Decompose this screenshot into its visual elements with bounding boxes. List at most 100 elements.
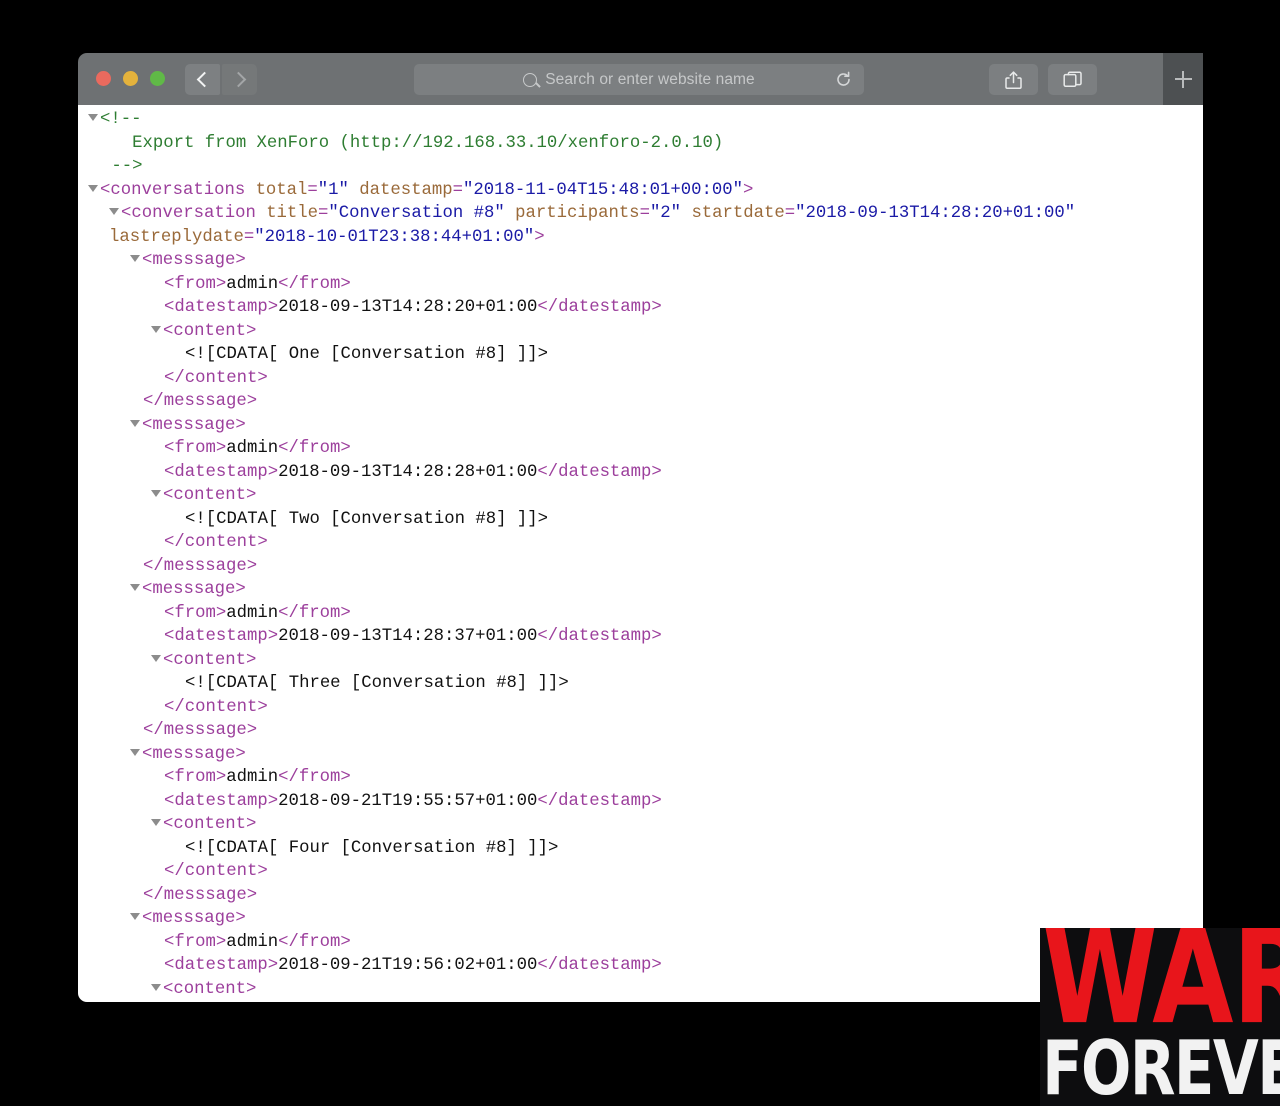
xml-line: <content> bbox=[78, 978, 1203, 1002]
disclosure-triangle-icon[interactable] bbox=[151, 654, 161, 662]
xml-token: </datestamp> bbox=[537, 462, 662, 482]
xml-token: <![CDATA[ Two [Conversation #8] ]]> bbox=[185, 509, 548, 529]
disclosure-triangle-icon[interactable] bbox=[130, 748, 140, 756]
disclosure-triangle-icon[interactable] bbox=[151, 325, 161, 333]
xml-token: <conversation bbox=[121, 204, 267, 223]
xml-token: admin bbox=[226, 768, 279, 787]
xml-token: lastreplydate bbox=[109, 227, 244, 247]
address-input-placeholder[interactable]: Search or enter website name bbox=[545, 71, 755, 89]
xml-token: "1" bbox=[317, 180, 349, 200]
disclosure-triangle-icon[interactable] bbox=[130, 419, 140, 427]
xml-line: <messsage> bbox=[78, 907, 1203, 931]
xml-token: Export from XenForo (http://192.168.33.1… bbox=[101, 133, 724, 153]
xml-line: <![CDATA[ Two [Conversation #8] ]]> bbox=[78, 508, 1203, 532]
xml-token: 2018-09-21T19:56:02+01:00 bbox=[278, 956, 538, 975]
xml-token: <from> bbox=[164, 768, 227, 787]
xml-token: </from> bbox=[278, 274, 351, 294]
disclosure-triangle-icon[interactable] bbox=[130, 584, 140, 591]
xml-line: </content> bbox=[78, 696, 1203, 720]
xml-line: <content> bbox=[78, 813, 1203, 837]
forward-button[interactable] bbox=[222, 64, 257, 95]
back-button[interactable] bbox=[185, 64, 220, 95]
disclosure-triangle-icon[interactable] bbox=[151, 983, 161, 991]
xml-token bbox=[1075, 204, 1085, 223]
disclosure-triangle-icon[interactable] bbox=[130, 913, 140, 920]
xml-line: --> bbox=[78, 155, 1203, 179]
xml-token: = bbox=[639, 204, 650, 223]
xml-token: <from> bbox=[164, 932, 227, 952]
xml-token: admin bbox=[226, 439, 279, 458]
xml-token: <from> bbox=[164, 274, 227, 294]
tab-overview-button[interactable] bbox=[1048, 64, 1097, 95]
xml-token: <datestamp> bbox=[164, 298, 279, 317]
xml-token: = bbox=[318, 204, 329, 223]
page-content-area: <!-- Export from XenForo (http://192.168… bbox=[78, 105, 1203, 1002]
xml-line: <content> bbox=[78, 320, 1203, 344]
xml-line: <from>admin</from> bbox=[78, 273, 1203, 297]
xml-token: <datestamp> bbox=[164, 627, 279, 646]
xml-token: <![CDATA[ One [Conversation #8] ]]> bbox=[185, 345, 548, 364]
xml-token: <messsage> bbox=[142, 251, 246, 270]
disclosure-triangle-icon[interactable] bbox=[88, 114, 98, 121]
disclosure-triangle-icon[interactable] bbox=[151, 819, 161, 826]
xml-line: </content> bbox=[78, 367, 1203, 391]
xml-token: <content> bbox=[163, 486, 257, 505]
chevron-right-icon bbox=[230, 71, 246, 88]
xml-tree-viewer: <!-- Export from XenForo (http://192.168… bbox=[78, 105, 1203, 1001]
tab-overview-icon bbox=[1062, 71, 1082, 87]
disclosure-triangle-icon[interactable] bbox=[109, 208, 119, 215]
new-tab-button[interactable] bbox=[1163, 53, 1203, 105]
xml-token: </datestamp> bbox=[537, 298, 662, 317]
address-bar-content: Search or enter website name bbox=[523, 71, 755, 89]
disclosure-triangle-icon[interactable] bbox=[88, 184, 98, 192]
xml-token: </from> bbox=[278, 603, 351, 623]
xml-line: </messsage> bbox=[78, 719, 1203, 743]
xml-line: <datestamp>2018-09-21T19:55:57+01:00</da… bbox=[78, 790, 1203, 814]
xml-line: <messsage> bbox=[78, 578, 1203, 602]
close-window-button[interactable] bbox=[96, 71, 111, 86]
xml-token: "2018-10-01T23:38:44+01:00" bbox=[254, 227, 535, 247]
xml-token: </messsage> bbox=[143, 556, 258, 576]
xml-token: <content> bbox=[163, 979, 257, 999]
xml-token: </messsage> bbox=[143, 392, 258, 411]
xml-line: </content> bbox=[78, 860, 1203, 884]
xml-token: <![CDATA[ Three [Conversation #8] ]]> bbox=[185, 674, 569, 693]
xml-token: datestamp bbox=[359, 180, 453, 200]
xml-token: 2018-09-21T19:55:57+01:00 bbox=[278, 791, 538, 811]
xml-token: <datestamp> bbox=[164, 956, 279, 975]
xml-token: <![CDATA[ Four [Conversation #8] ]]> bbox=[185, 838, 559, 858]
disclosure-triangle-icon[interactable] bbox=[130, 255, 140, 262]
navigation-buttons bbox=[185, 64, 257, 95]
xml-token: </messsage> bbox=[143, 885, 258, 905]
xml-line: <![CDATA[ One [Conversation #8] ]]> bbox=[78, 343, 1203, 367]
xml-line: <datestamp>2018-09-21T19:56:02+01:00</da… bbox=[78, 954, 1203, 978]
xml-token: <from> bbox=[164, 603, 227, 623]
xml-token: <conversations bbox=[100, 180, 256, 200]
xml-line: <content> bbox=[78, 649, 1203, 673]
xml-line: <![CDATA[ Four [Conversation #8] ]]> bbox=[78, 837, 1203, 861]
maximize-window-button[interactable] bbox=[150, 71, 165, 86]
xml-token: <from> bbox=[164, 439, 227, 458]
xml-line: <content> bbox=[78, 484, 1203, 508]
xml-line: <![CDATA[ Three [Conversation #8] ]]> bbox=[78, 672, 1203, 696]
xml-line: </messsage> bbox=[78, 390, 1203, 414]
xml-token bbox=[505, 204, 515, 223]
xml-token: participants bbox=[515, 204, 640, 223]
share-button[interactable] bbox=[989, 64, 1038, 95]
minimize-window-button[interactable] bbox=[123, 71, 138, 86]
xml-token: <content> bbox=[163, 815, 257, 834]
xml-line: <datestamp>2018-09-13T14:28:37+01:00</da… bbox=[78, 625, 1203, 649]
xml-token: </content> bbox=[164, 697, 268, 717]
xml-token: <messsage> bbox=[142, 909, 246, 928]
xml-token: total bbox=[255, 180, 308, 200]
address-bar[interactable]: Search or enter website name bbox=[414, 64, 864, 95]
xml-token: startdate bbox=[691, 204, 785, 223]
xml-line: Export from XenForo (http://192.168.33.1… bbox=[78, 132, 1203, 156]
xml-token: <messsage> bbox=[142, 744, 246, 764]
xml-token: <datestamp> bbox=[164, 791, 279, 811]
xml-token: </from> bbox=[278, 932, 351, 952]
xml-token: > bbox=[743, 180, 754, 200]
disclosure-triangle-icon[interactable] bbox=[151, 490, 161, 497]
reload-button[interactable] bbox=[835, 71, 852, 88]
xml-token: </from> bbox=[278, 439, 351, 458]
